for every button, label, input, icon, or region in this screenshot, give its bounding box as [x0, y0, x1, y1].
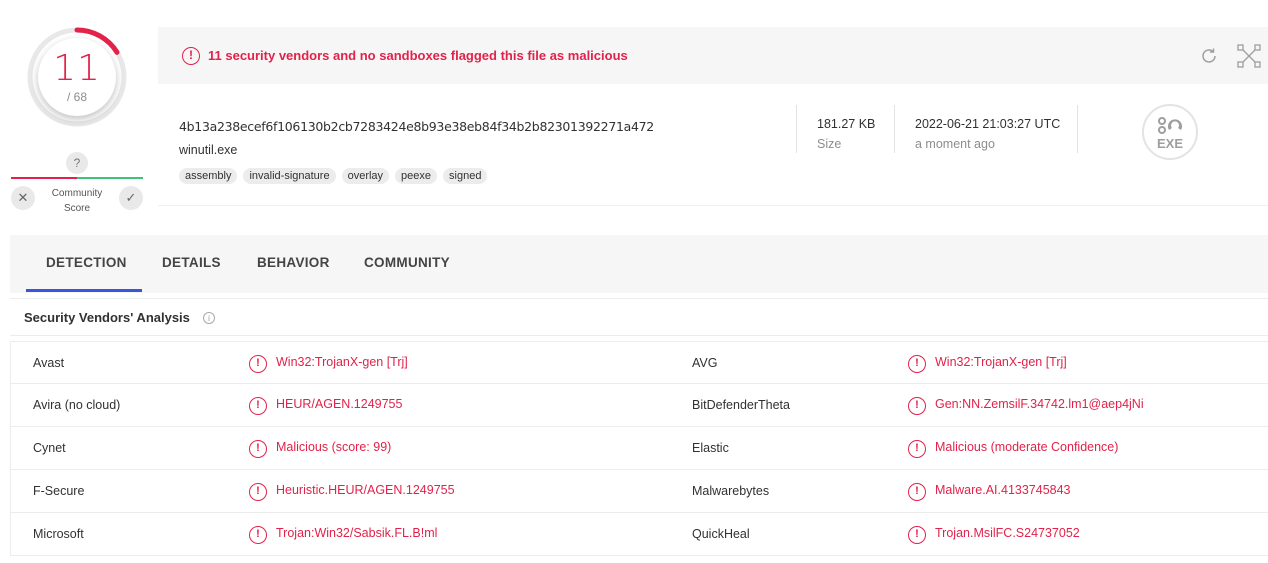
detection-result: Malware.AI.4133745843: [935, 483, 1071, 497]
table-row: Avast! Win32:TrojanX-gen [Trj] AVG! Win32:T…: [10, 341, 1268, 384]
detection-result: Heuristic.HEUR/AGEN.1249755: [276, 483, 455, 497]
analysis-relative-time: a moment ago: [915, 137, 995, 151]
section-title: Security Vendors' Analysis: [24, 310, 190, 325]
community-score: ? ✕ Community Score ✓: [10, 152, 144, 214]
alert-icon: !: [249, 483, 267, 501]
vendor-name: Avira (no cloud): [33, 398, 121, 412]
community-label-line2: Score: [63, 203, 91, 214]
detection-result: Win32:TrojanX-gen [Trj]: [935, 355, 1067, 369]
detection-result: Malicious (moderate Confidence): [935, 440, 1119, 454]
detection-count: 11: [53, 48, 101, 89]
detection-result: HEUR/AGEN.1249755: [276, 397, 403, 411]
vendor-table: Avast! Win32:TrojanX-gen [Trj] AVG! Win32:T…: [10, 341, 1268, 556]
alert-icon: !: [908, 355, 926, 373]
detection-banner: ! 11 security vendors and no sandboxes f…: [158, 27, 1268, 84]
tag[interactable]: assembly: [179, 168, 238, 184]
table-row: Microsoft! Trojan:Win32/Sabsik.FL.B!ml Qui…: [10, 513, 1268, 556]
vendor-name: F-Secure: [33, 484, 85, 498]
alert-icon: !: [908, 483, 926, 501]
tab-community[interactable]: COMMUNITY: [364, 255, 450, 270]
tag[interactable]: peexe: [395, 168, 438, 184]
engine-total: / 68: [66, 90, 87, 104]
alert-icon: !: [908, 397, 926, 415]
vendor-name: AVG: [692, 356, 718, 370]
banner-text: 11 security vendors and no sandboxes fla…: [208, 48, 628, 63]
community-score-label: Community Score: [40, 186, 114, 216]
file-name: winutil.exe: [179, 143, 238, 157]
vendor-name: Microsoft: [33, 527, 84, 541]
vendors-section-header: Security Vendors' Analysis i: [10, 298, 1268, 336]
file-type-label: EXE: [1156, 136, 1183, 151]
alert-icon: !: [249, 397, 267, 415]
question-icon: ?: [66, 152, 88, 174]
analysis-date: 2022-06-21 21:03:27 UTC: [915, 117, 1061, 131]
alert-icon: !: [249, 355, 267, 373]
detection-result: Trojan.MsilFC.S24737052: [935, 526, 1080, 540]
tag[interactable]: signed: [443, 168, 488, 184]
detection-result: Gen:NN.ZemsilF.34742.lm1@aep4jNi: [935, 397, 1144, 411]
community-bar-negative: [11, 177, 77, 179]
tag[interactable]: invalid-signature: [243, 168, 336, 184]
tab-details[interactable]: DETAILS: [162, 255, 221, 270]
vote-harmless-button[interactable]: ✓: [119, 186, 143, 210]
reanalyze-icon[interactable]: [1198, 45, 1220, 67]
vendor-name: BitDefenderTheta: [692, 398, 790, 412]
divider: [796, 105, 797, 153]
vendor-name: Cynet: [33, 441, 66, 455]
community-bar-positive: [77, 177, 143, 179]
vendor-name: Malwarebytes: [692, 484, 770, 498]
vendor-name: Elastic: [692, 441, 729, 455]
community-label-line1: Community: [51, 188, 103, 199]
vendor-name: QuickHeal: [692, 527, 750, 541]
tag[interactable]: overlay: [341, 168, 390, 184]
file-hash[interactable]: 4b13a238ecef6f106130b2cb7283424e8b93e38e…: [179, 119, 654, 134]
table-row: F-Secure! Heuristic.HEUR/AGEN.1249755 Malw…: [10, 470, 1268, 513]
divider: [1077, 105, 1078, 153]
file-info-panel: 4b13a238ecef6f106130b2cb7283424e8b93e38e…: [158, 85, 1268, 206]
tab-detection[interactable]: DETECTION: [46, 255, 127, 270]
alert-icon: !: [249, 440, 267, 458]
alert-icon: !: [249, 526, 267, 544]
alert-icon: !: [908, 526, 926, 544]
detection-result: Win32:TrojanX-gen [Trj]: [276, 355, 408, 369]
detection-score-gauge: 11 / 68: [26, 26, 128, 128]
alert-icon: !: [908, 440, 926, 458]
tab-bar: DETECTION DETAILS BEHAVIOR COMMUNITY: [10, 235, 1268, 293]
table-row: Cynet! Malicious (score: 99) Elastic! Malic…: [10, 427, 1268, 470]
file-tags: assembly invalid-signature overlay peexe…: [179, 168, 488, 184]
vote-harmful-button[interactable]: ✕: [11, 186, 35, 210]
tab-behavior[interactable]: BEHAVIOR: [257, 255, 330, 270]
exe-file-type-icon: EXE: [1142, 104, 1198, 160]
table-row: Avira (no cloud)! HEUR/AGEN.1249755 BitDef…: [10, 384, 1268, 427]
file-size-label: Size: [817, 137, 842, 151]
detection-result: Malicious (score: 99): [276, 440, 392, 454]
info-icon[interactable]: i: [203, 312, 215, 324]
divider: [894, 105, 895, 153]
similar-search-icon[interactable]: [1237, 44, 1261, 68]
active-tab-indicator: [26, 289, 142, 292]
vendor-name: Avast: [33, 356, 65, 370]
detection-result: Trojan:Win32/Sabsik.FL.B!ml: [276, 526, 438, 540]
file-size: 181.27 KB: [817, 117, 876, 131]
alert-icon: !: [182, 47, 200, 65]
